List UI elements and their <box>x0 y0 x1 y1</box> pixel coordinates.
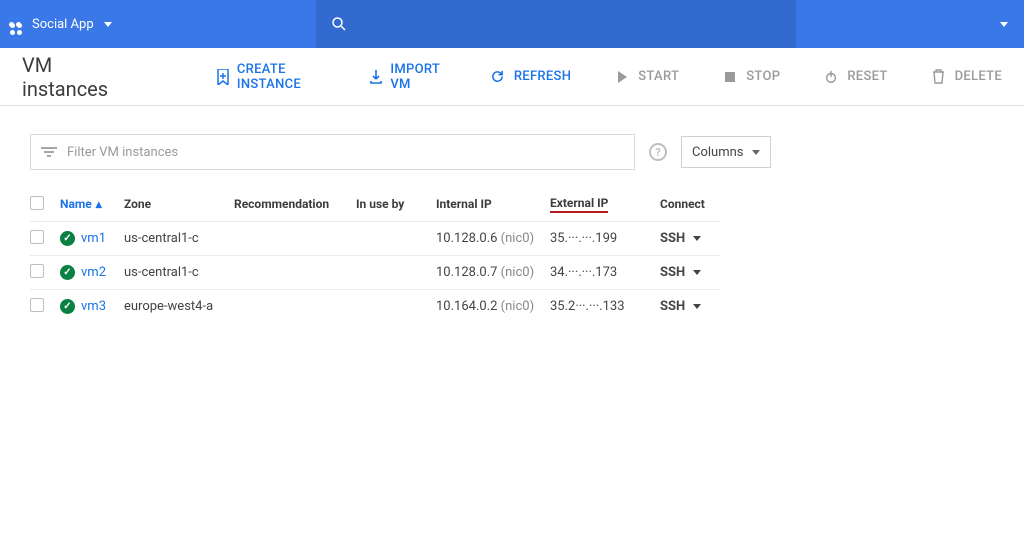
filter-input[interactable] <box>67 145 624 160</box>
ssh-button[interactable]: SSH <box>660 265 720 280</box>
action-label: CREATE INSTANCE <box>237 62 328 92</box>
project-selector[interactable]: Social App <box>8 17 112 32</box>
refresh-icon <box>489 69 507 84</box>
vm-external-ip: 35.···.···.199 <box>550 231 660 246</box>
action-buttons: CREATE INSTANCE IMPORT VM REFRESH START … <box>216 62 1002 92</box>
vm-external-ip: 34.···.···.173 <box>550 265 660 280</box>
action-label: RESET <box>847 69 887 84</box>
vm-zone: us-central1-c <box>124 265 234 280</box>
vm-name-link[interactable]: vm3 <box>81 299 106 314</box>
start-button[interactable]: START <box>613 69 679 84</box>
col-external-ip[interactable]: External IP <box>550 196 660 213</box>
trash-icon <box>930 69 948 84</box>
action-label: STOP <box>746 69 780 84</box>
table-row: vm1 us-central1-c 10.128.0.6 (nic0) 35.·… <box>30 221 720 255</box>
action-label: IMPORT VM <box>390 62 446 92</box>
col-connect[interactable]: Connect <box>660 197 720 211</box>
action-bar: VM instances CREATE INSTANCE IMPORT VM R… <box>0 48 1024 106</box>
chevron-down-icon <box>693 236 701 241</box>
stop-button[interactable]: STOP <box>721 69 780 84</box>
stop-icon <box>721 71 739 83</box>
columns-button[interactable]: Columns <box>681 136 771 168</box>
columns-label: Columns <box>692 145 744 160</box>
vm-table: Name▴ Zone Recommendation In use by Inte… <box>30 186 720 323</box>
project-name: Social App <box>32 17 94 32</box>
import-vm-button[interactable]: IMPORT VM <box>369 62 446 92</box>
import-icon <box>369 69 383 85</box>
help-icon[interactable]: ? <box>649 143 667 161</box>
filter-box[interactable] <box>30 134 635 170</box>
chevron-down-icon <box>693 304 701 309</box>
filter-row: ? Columns <box>30 134 994 170</box>
topbar-right <box>1000 22 1008 27</box>
status-running-icon <box>60 231 75 246</box>
col-name[interactable]: Name▴ <box>60 197 124 211</box>
chevron-down-icon[interactable] <box>1000 22 1008 27</box>
ssh-button[interactable]: SSH <box>660 299 720 314</box>
status-running-icon <box>60 299 75 314</box>
vm-internal-ip: 10.164.0.2 (nic0) <box>436 299 550 314</box>
content-area: ? Columns Name▴ Zone Recommendation In u… <box>0 106 1024 323</box>
page-title: VM instances <box>22 53 136 101</box>
topbar: Social App <box>0 0 1024 48</box>
play-icon <box>613 70 631 84</box>
row-checkbox[interactable] <box>30 264 44 278</box>
ssh-button[interactable]: SSH <box>660 231 720 246</box>
chevron-down-icon <box>752 150 760 155</box>
power-icon <box>822 70 840 84</box>
search-icon <box>330 15 348 33</box>
action-label: DELETE <box>955 69 1002 84</box>
reset-button[interactable]: RESET <box>822 69 887 84</box>
vm-internal-ip: 10.128.0.6 (nic0) <box>436 231 550 246</box>
search-region[interactable] <box>316 0 796 48</box>
select-all-checkbox[interactable] <box>30 196 44 210</box>
vm-external-ip: 35.2···.···.133 <box>550 299 660 314</box>
row-checkbox[interactable] <box>30 298 44 312</box>
col-internal-ip[interactable]: Internal IP <box>436 197 550 211</box>
project-icon <box>8 21 22 28</box>
row-checkbox[interactable] <box>30 230 44 244</box>
delete-button[interactable]: DELETE <box>930 69 1002 84</box>
chevron-down-icon <box>104 22 112 27</box>
col-zone[interactable]: Zone <box>124 197 234 211</box>
vm-name-link[interactable]: vm2 <box>81 265 106 280</box>
create-instance-button[interactable]: CREATE INSTANCE <box>216 62 328 92</box>
vm-internal-ip: 10.128.0.7 (nic0) <box>436 265 550 280</box>
table-row: vm2 us-central1-c 10.128.0.7 (nic0) 34.·… <box>30 255 720 289</box>
action-label: START <box>638 69 679 84</box>
filter-icon <box>41 146 57 158</box>
bookmark-plus-icon <box>216 69 230 85</box>
table-row: vm3 europe-west4-a 10.164.0.2 (nic0) 35.… <box>30 289 720 323</box>
action-label: REFRESH <box>514 69 571 84</box>
chevron-down-icon <box>693 270 701 275</box>
vm-name-link[interactable]: vm1 <box>81 231 106 246</box>
status-running-icon <box>60 265 75 280</box>
refresh-button[interactable]: REFRESH <box>489 69 571 84</box>
table-header: Name▴ Zone Recommendation In use by Inte… <box>30 187 720 221</box>
vm-zone: europe-west4-a <box>124 299 234 314</box>
vm-zone: us-central1-c <box>124 231 234 246</box>
col-recommendation[interactable]: Recommendation <box>234 197 356 211</box>
col-in-use-by[interactable]: In use by <box>356 197 436 211</box>
